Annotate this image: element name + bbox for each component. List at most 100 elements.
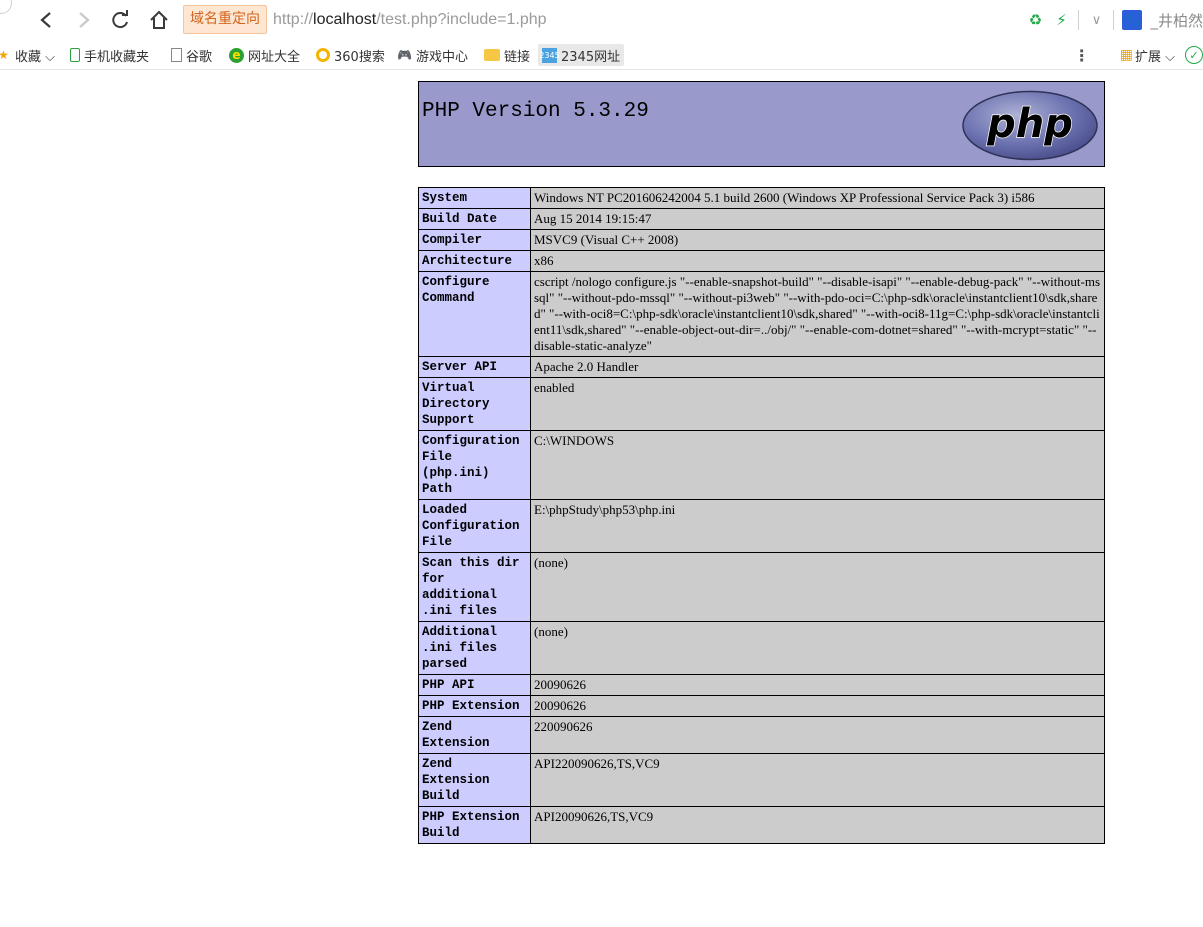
info-key: Build Date	[418, 208, 531, 230]
chevron-down-icon[interactable]: ∨	[1087, 11, 1105, 29]
bookmark-google[interactable]: 谷歌	[171, 44, 212, 66]
info-value: Aug 15 2014 19:15:47	[530, 208, 1105, 230]
forward-button[interactable]	[71, 6, 97, 34]
info-row: Build Date Aug 15 2014 19:15:47	[418, 208, 1105, 230]
info-key: PHP API	[418, 674, 531, 696]
info-row: Configuration File (php.ini) Path C:\WIND…	[418, 430, 1105, 500]
info-row: Architecture x86	[418, 250, 1105, 272]
php-logo-icon[interactable]: php	[961, 90, 1099, 161]
url-host: localhost	[313, 11, 377, 28]
url-scheme: http://	[273, 11, 314, 28]
info-key: Server API	[418, 356, 531, 378]
address-bar[interactable]: http://localhost/test.php?include=1.php	[273, 8, 547, 32]
toolbar-right-tools: ♻ ⚡ ∨ 🐾 _井柏然	[1026, 6, 1203, 34]
search-suggestion-text[interactable]: _井柏然	[1150, 10, 1203, 31]
globe-icon: e	[229, 47, 244, 63]
bookmark-2345[interactable]: 2345 2345网址	[538, 44, 625, 66]
info-value: E:\phpStudy\php53\php.ini	[530, 499, 1105, 553]
bookmarks-bar: ★ 收藏 ⌵ 手机收藏夹 谷歌 e 网址大全 360搜索 🎮 游戏中心 链接 2…	[0, 40, 1203, 70]
reload-button[interactable]	[107, 6, 133, 34]
window-corner-decoration	[0, 0, 12, 14]
info-key: Compiler	[418, 229, 531, 251]
info-value: x86	[530, 250, 1105, 272]
home-icon	[150, 10, 168, 29]
browser-toolbar: 域名重定向 http://localhost/test.php?include=…	[0, 0, 1203, 40]
info-row: PHP API 20090626	[418, 674, 1105, 696]
info-key: Loaded Configuration File	[418, 499, 531, 553]
info-key: Configuration File (php.ini) Path	[418, 430, 531, 500]
extensions-icon: ▦	[1119, 47, 1133, 63]
gamepad-icon: 🎮	[397, 48, 412, 62]
bookmark-360-search[interactable]: 360搜索	[316, 44, 385, 66]
bookmark-label: 网址大全	[248, 49, 301, 65]
info-row: Compiler MSVC9 (Visual C++ 2008)	[418, 229, 1105, 251]
info-key: Zend Extension Build	[418, 753, 531, 807]
info-row: Configure Command cscript /nologo configu…	[418, 271, 1105, 357]
info-value: Windows NT PC201606242004 5.1 build 2600…	[530, 187, 1105, 209]
more-icon[interactable]: ⋮	[1074, 46, 1090, 65]
bookmark-web-directory[interactable]: e 网址大全	[229, 44, 300, 66]
php-logo-text: php	[986, 101, 1073, 147]
info-value: 20090626	[530, 674, 1105, 696]
shield-icon[interactable]: ✓	[1185, 46, 1203, 64]
star-icon: ★	[0, 48, 9, 62]
info-key: Additional .ini files parsed	[418, 621, 531, 675]
forward-arrow-icon	[79, 12, 90, 28]
page-icon	[171, 48, 182, 62]
lightning-icon[interactable]: ⚡	[1052, 11, 1070, 29]
info-row: PHP Extension Build API20090626,TS,VC9	[418, 806, 1105, 844]
bookmark-favorites[interactable]: ★ 收藏 ⌵	[0, 44, 55, 66]
paw-icon[interactable]: 🐾	[1122, 10, 1143, 30]
info-key: Scan this dir for additional .ini files	[418, 552, 531, 622]
info-key: PHP Extension	[418, 695, 531, 717]
bookmark-label: 2345网址	[561, 49, 621, 65]
page-title: PHP Version 5.3.29	[422, 100, 649, 123]
phpinfo-page: PHP Version 5.3.29 php System Windows NT …	[418, 81, 1105, 844]
home-button[interactable]	[146, 6, 172, 34]
back-button[interactable]	[33, 6, 59, 34]
info-key: PHP Extension Build	[418, 806, 531, 844]
info-value: API220090626,TS,VC9	[530, 753, 1105, 807]
info-key: Architecture	[418, 250, 531, 272]
php-version-header: PHP Version 5.3.29 php	[418, 81, 1105, 167]
bookmark-label: 手机收藏夹	[84, 49, 150, 65]
info-row: Scan this dir for additional .ini files(…	[418, 552, 1105, 622]
info-row: PHP Extension 20090626	[418, 695, 1105, 717]
info-row: Virtual Directory Support enabled	[418, 377, 1105, 431]
reload-icon	[112, 10, 128, 29]
info-row: Loaded Configuration File E:\phpStudy\php…	[418, 499, 1105, 553]
bookmarks-right-tools: ⋮ ▦ 扩展 ⌵ ✓	[1074, 44, 1203, 66]
info-row: Server API Apache 2.0 Handler	[418, 356, 1105, 378]
info-value: (none)	[530, 552, 1105, 622]
info-value: MSVC9 (Visual C++ 2008)	[530, 229, 1105, 251]
2345-icon: 2345	[539, 47, 560, 63]
info-value: (none)	[530, 621, 1105, 675]
extensions-button[interactable]: 扩展 ⌵	[1135, 46, 1175, 65]
bookmark-label: 收藏 ⌵	[15, 49, 55, 65]
folder-icon	[484, 49, 500, 61]
domain-redirect-badge[interactable]: 域名重定向	[183, 5, 267, 34]
info-value: Apache 2.0 Handler	[530, 356, 1105, 378]
info-value: API20090626,TS,VC9	[530, 806, 1105, 844]
info-value: enabled	[530, 377, 1105, 431]
toolbar-divider	[1078, 10, 1080, 30]
info-row: Zend Extension Build API220090626,TS,VC9	[418, 753, 1105, 807]
info-value: 220090626	[530, 716, 1105, 754]
bookmark-mobile-favorites[interactable]: 手机收藏夹	[70, 44, 149, 66]
info-value: cscript /nologo configure.js "--enable-s…	[530, 271, 1105, 357]
bookmark-links-folder[interactable]: 链接	[484, 44, 530, 66]
info-key: Configure Command	[418, 271, 531, 357]
bookmark-label: 360搜索	[334, 49, 385, 65]
toolbar-divider	[1113, 10, 1115, 30]
bookmark-game-center[interactable]: 🎮 游戏中心	[397, 44, 468, 66]
info-key: Zend Extension	[418, 716, 531, 754]
info-row: Zend Extension 220090626	[418, 716, 1105, 754]
search-360-icon	[316, 48, 330, 62]
phone-icon	[70, 48, 80, 62]
info-key: System	[418, 187, 531, 209]
php-info-table: System Windows NT PC201606242004 5.1 buil…	[418, 187, 1105, 844]
info-value: 20090626	[530, 695, 1105, 717]
back-arrow-icon	[40, 12, 51, 28]
recycle-icon[interactable]: ♻	[1026, 11, 1044, 29]
info-row: Additional .ini files parsed (none)	[418, 621, 1105, 675]
